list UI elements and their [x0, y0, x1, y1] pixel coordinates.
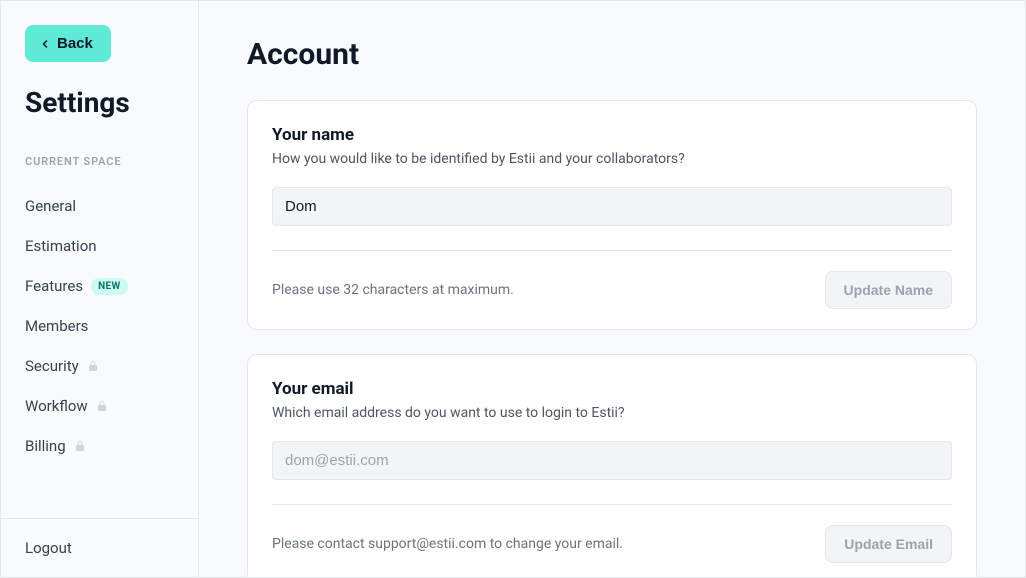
sidebar-item-members[interactable]: Members: [25, 306, 174, 346]
logout-link[interactable]: Logout: [25, 539, 174, 557]
sidebar-item-features[interactable]: Features NEW: [25, 266, 174, 306]
lock-icon: [87, 360, 99, 372]
sidebar-item-label: Features: [25, 277, 83, 295]
page-title: Account: [247, 37, 977, 72]
sidebar-footer: Logout: [1, 518, 198, 577]
sidebar-item-billing[interactable]: Billing: [25, 426, 174, 466]
sidebar-item-label: Workflow: [25, 397, 88, 415]
email-card-hint: Please contact support@estii.com to chan…: [272, 536, 623, 552]
email-card-footer: Please contact support@estii.com to chan…: [272, 504, 952, 563]
update-name-button[interactable]: Update Name: [825, 271, 952, 309]
sidebar-item-label: Billing: [25, 437, 66, 455]
email-card-subtitle: Which email address do you want to use t…: [272, 405, 952, 421]
back-button[interactable]: Back: [25, 25, 111, 62]
sidebar-section-label: Current Space: [25, 155, 174, 168]
lock-icon: [96, 400, 108, 412]
sidebar-item-security[interactable]: Security: [25, 346, 174, 386]
sidebar-item-label: General: [25, 197, 76, 215]
settings-sidebar: Back Settings Current Space General Esti…: [1, 1, 199, 577]
main-content: Account Your name How you would like to …: [199, 1, 1025, 577]
chevron-left-icon: [39, 38, 51, 50]
update-email-button[interactable]: Update Email: [825, 525, 952, 563]
email-card-title: Your email: [272, 379, 952, 399]
lock-icon: [74, 440, 86, 452]
new-badge: NEW: [91, 278, 128, 295]
name-card-title: Your name: [272, 125, 952, 145]
sidebar-item-workflow[interactable]: Workflow: [25, 386, 174, 426]
name-card-hint: Please use 32 characters at maximum.: [272, 282, 514, 298]
sidebar-item-estimation[interactable]: Estimation: [25, 226, 174, 266]
name-input[interactable]: [272, 187, 952, 226]
sidebar-title: Settings: [25, 86, 174, 119]
email-card: Your email Which email address do you wa…: [247, 354, 977, 577]
sidebar-item-label: Security: [25, 357, 79, 375]
back-button-label: Back: [57, 35, 93, 52]
name-card-footer: Please use 32 characters at maximum. Upd…: [272, 250, 952, 309]
sidebar-item-general[interactable]: General: [25, 186, 174, 226]
name-card: Your name How you would like to be ident…: [247, 100, 977, 330]
email-input[interactable]: [272, 441, 952, 480]
sidebar-item-label: Members: [25, 317, 88, 335]
sidebar-scroll-area: Back Settings Current Space General Esti…: [1, 1, 198, 518]
name-card-subtitle: How you would like to be identified by E…: [272, 151, 952, 167]
sidebar-item-label: Estimation: [25, 237, 97, 255]
